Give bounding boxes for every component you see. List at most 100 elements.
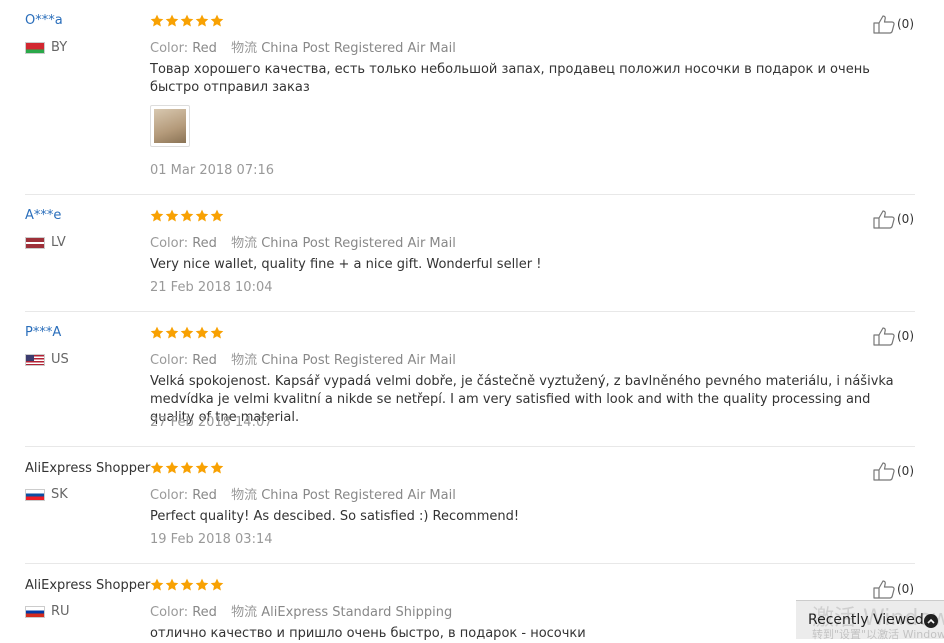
color-value: Red (192, 488, 217, 503)
star-icon (195, 578, 209, 591)
helpful-button[interactable]: (0) (873, 579, 914, 599)
reviewer-name[interactable]: P***A (25, 325, 61, 340)
thumbs-up-icon (873, 462, 895, 481)
helpful-button[interactable]: (0) (873, 14, 914, 34)
reviewer-country: RU (25, 604, 70, 619)
review-photo-thumbnail[interactable] (150, 105, 190, 147)
star-icon (210, 326, 224, 339)
shipping-value: China Post Registered Air Mail (261, 353, 456, 368)
color-label: Color: (150, 353, 189, 368)
color-label: Color: (150, 41, 189, 56)
review-date: 21 Feb 2018 10:04 (150, 280, 273, 295)
recently-viewed-label: Recently Viewed (808, 612, 924, 628)
star-icon (210, 578, 224, 591)
helpful-button[interactable]: (0) (873, 209, 914, 229)
review-divider (25, 446, 915, 447)
review-date: 27 Feb 2018 14:07 (150, 415, 273, 430)
shipping-value: China Post Registered Air Mail (261, 488, 456, 503)
color-value: Red (192, 605, 217, 620)
country-code: BY (51, 40, 68, 55)
shipping-label: 物流 (231, 236, 258, 251)
reviewer-country: SK (25, 487, 68, 502)
recently-viewed-bar[interactable]: Recently Viewed (796, 600, 944, 639)
order-info: Color: Red 物流 China Post Registered Air … (150, 232, 466, 251)
helpful-count: (0) (897, 464, 914, 478)
star-icon (210, 209, 224, 222)
country-code: RU (51, 604, 70, 619)
color-value: Red (192, 41, 217, 56)
country-code: SK (51, 487, 68, 502)
shipping-label: 物流 (231, 353, 258, 368)
star-icon (210, 461, 224, 474)
star-icon (165, 461, 179, 474)
reviewer-country: LV (25, 235, 66, 250)
review-text: Perfect quality! As descibed. So satisfi… (150, 509, 520, 524)
thumbs-up-icon (873, 580, 895, 599)
helpful-button[interactable]: (0) (873, 326, 914, 346)
review-date: 01 Mar 2018 07:16 (150, 163, 275, 178)
reviewer-country: BY (25, 40, 67, 55)
review-text: Товар хорошего качества, есть только неб… (150, 62, 870, 95)
star-icon (180, 578, 194, 591)
slovakia-flag-icon (25, 488, 45, 501)
review-divider (25, 311, 915, 312)
shipping-label: 物流 (231, 41, 258, 56)
color-value: Red (192, 236, 217, 251)
star-icon (180, 326, 194, 339)
reviewer-name[interactable]: A***e (25, 208, 61, 223)
color-label: Color: (150, 488, 189, 503)
star-icon (195, 209, 209, 222)
shipping-value: AliExpress Standard Shipping (261, 605, 453, 620)
star-rating (150, 209, 224, 223)
review-text: Very nice wallet, quality fine + a nice … (150, 257, 542, 272)
chevron-up-icon[interactable] (924, 614, 938, 628)
helpful-count: (0) (897, 582, 914, 596)
star-icon (150, 209, 164, 222)
usa-flag-icon (25, 353, 45, 366)
color-label: Color: (150, 236, 189, 251)
star-icon (180, 461, 194, 474)
helpful-count: (0) (897, 212, 914, 226)
star-icon (165, 14, 179, 27)
thumbs-up-icon (873, 210, 895, 229)
review-date: 19 Feb 2018 03:14 (150, 532, 273, 547)
thumbs-up-icon (873, 327, 895, 346)
shipping-value: China Post Registered Air Mail (261, 41, 456, 56)
star-icon (165, 326, 179, 339)
review-divider (25, 194, 915, 195)
star-icon (150, 578, 164, 591)
star-icon (150, 14, 164, 27)
star-icon (195, 326, 209, 339)
order-info: Color: Red 物流 AliExpress Standard Shippi… (150, 601, 462, 620)
star-icon (180, 209, 194, 222)
latvia-flag-icon (25, 236, 45, 249)
star-icon (165, 578, 179, 591)
star-icon (165, 209, 179, 222)
star-icon (195, 14, 209, 27)
color-value: Red (192, 353, 217, 368)
shipping-value: China Post Registered Air Mail (261, 236, 456, 251)
star-icon (180, 14, 194, 27)
helpful-button[interactable]: (0) (873, 461, 914, 481)
shipping-label: 物流 (231, 605, 258, 620)
color-label: Color: (150, 605, 189, 620)
star-icon (210, 14, 224, 27)
order-info: Color: Red 物流 China Post Registered Air … (150, 349, 466, 368)
reviewer-name: AliExpress Shopper (25, 461, 151, 476)
review-divider (25, 563, 915, 564)
country-code: US (51, 352, 69, 367)
reviewer-name: AliExpress Shopper (25, 578, 151, 593)
reviewer-country: US (25, 352, 69, 367)
star-rating (150, 461, 224, 475)
shipping-label: 物流 (231, 488, 258, 503)
country-code: LV (51, 235, 66, 250)
order-info: Color: Red 物流 China Post Registered Air … (150, 484, 466, 503)
star-icon (150, 461, 164, 474)
reviewer-name[interactable]: O***a (25, 13, 63, 28)
russia-flag-icon (25, 605, 45, 618)
star-rating (150, 578, 224, 592)
star-rating (150, 326, 224, 340)
belarus-flag-icon (25, 41, 45, 54)
star-rating (150, 14, 224, 28)
helpful-count: (0) (897, 329, 914, 343)
